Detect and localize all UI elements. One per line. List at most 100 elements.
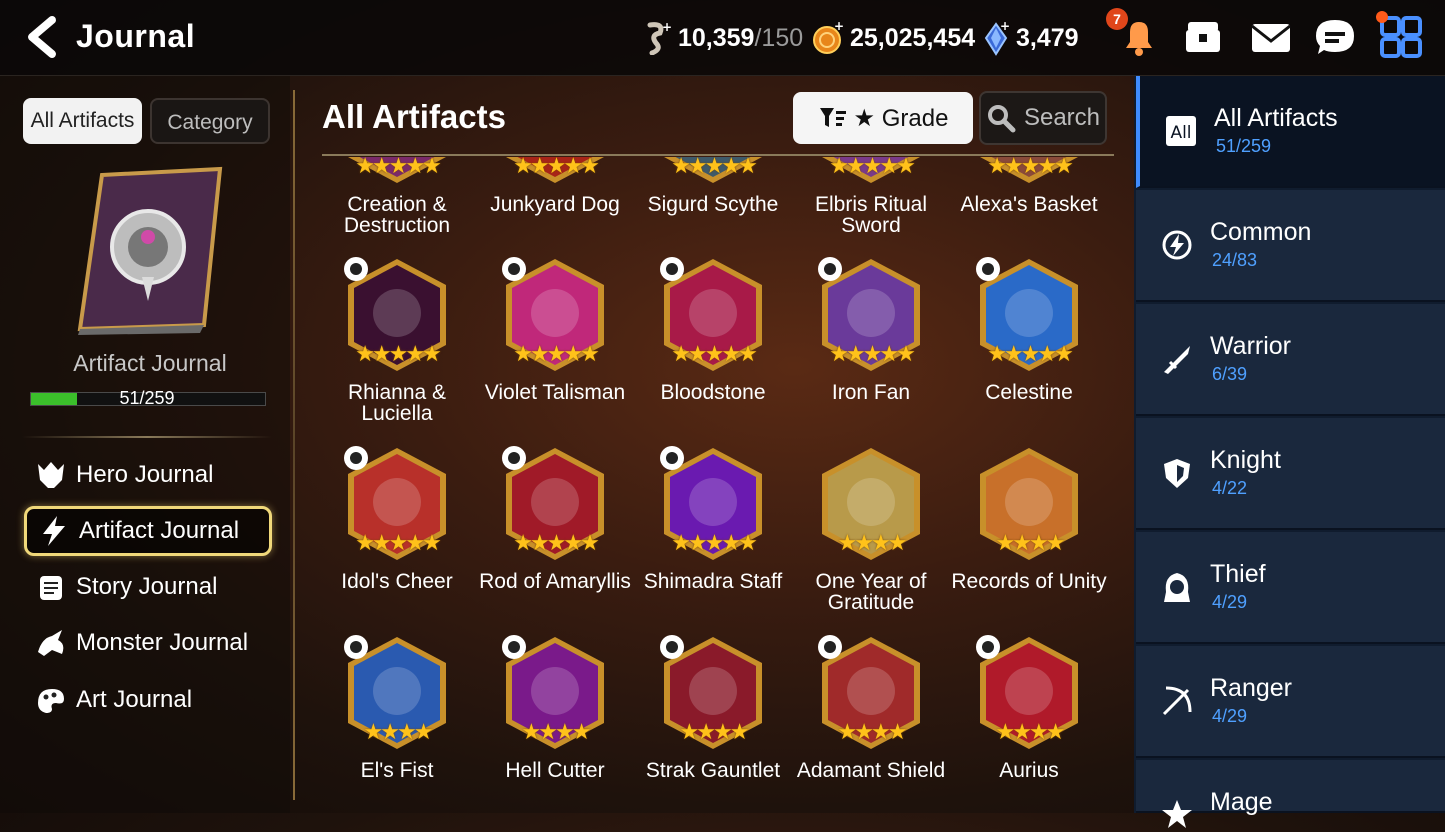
category-count: 51/259 (1216, 136, 1272, 156)
nav-hero-journal[interactable]: Hero Journal (24, 450, 272, 500)
artifact-card[interactable]: ★★★★ El's Fist (318, 633, 476, 813)
category-all-artifacts[interactable]: All All Artifacts 51/259 (1136, 76, 1445, 188)
artifact-name: Bloodstone (660, 381, 766, 404)
search-icon (987, 105, 1016, 133)
thief-icon (1164, 573, 1190, 602)
svg-text:All: All (1170, 123, 1191, 143)
page-title: Journal (76, 18, 196, 54)
section-title: All Artifacts (322, 98, 506, 135)
gold-value: 25,025,454 (850, 23, 976, 52)
journal-label: Artifact Journal (73, 350, 227, 376)
chest-icon[interactable] (1180, 14, 1226, 60)
nav-story-journal[interactable]: Story Journal (24, 562, 272, 612)
nav-label: Artifact Journal (79, 517, 240, 544)
category-knight[interactable]: Knight 4/22 (1136, 418, 1445, 530)
knight-icon (1164, 459, 1190, 488)
ranger-icon (1162, 686, 1192, 716)
artifact-card[interactable]: ★★★★★ Shimadra Staff (634, 444, 792, 634)
artifact-card[interactable]: ★★★★★ Sigurd Scythe (634, 157, 792, 257)
header-divider (322, 154, 1114, 156)
category-thief[interactable]: Thief 4/29 (1136, 532, 1445, 644)
star-rating: ★★★★ (521, 719, 592, 744)
artifact-name: Hell Cutter (505, 759, 605, 782)
category-warrior[interactable]: Warrior 6/39 (1136, 304, 1445, 416)
artifact-journal-book-icon (77, 166, 223, 335)
category-common[interactable]: Common 24/83 (1136, 190, 1445, 302)
artifact-card[interactable]: ★★★★★ Alexa's Basket (950, 157, 1108, 257)
category-name: All Artifacts (1214, 104, 1338, 132)
nav-label: Art Journal (76, 686, 193, 713)
category-ranger[interactable]: Ranger 4/29 (1136, 646, 1445, 758)
artifact-card[interactable]: ★★★★★ Iron Fan (792, 255, 950, 445)
warrior-class-icon (660, 635, 684, 659)
common-class-icon (502, 446, 526, 470)
stamina-counter[interactable]: + 10,359 /150 (642, 20, 803, 56)
artifact-card[interactable]: ★★★★★ Celestine (950, 255, 1108, 445)
artifact-card[interactable]: ★★★★ Strak Gauntlet (634, 633, 792, 813)
category-name: Knight (1210, 446, 1281, 474)
category-count: 6/39 (1212, 364, 1248, 384)
nav-label: Story Journal (76, 573, 218, 600)
tab-category[interactable]: Category (150, 98, 270, 144)
artifact-name: Adamant Shield (796, 759, 946, 782)
svg-text:+: + (662, 21, 672, 34)
tab-all-artifacts[interactable]: All Artifacts (23, 98, 142, 144)
chat-icon[interactable] (1312, 14, 1358, 60)
knight-class-icon (818, 635, 842, 659)
lightning-icon (43, 516, 65, 546)
nav-monster-journal[interactable]: Monster Journal (24, 618, 272, 668)
artifact-card[interactable]: ★★★★ One Year of Gratitude (792, 444, 950, 634)
star-rating: ★★★★★ (513, 157, 600, 178)
category-name: Common (1210, 218, 1312, 246)
artifact-card[interactable]: ★★★★★ Elbris Ritual Sword (792, 157, 950, 257)
gem-value: 3,479 (1016, 23, 1079, 52)
star-rating: ★★★★★ (829, 157, 916, 178)
nav-artifact-journal[interactable]: Artifact Journal (24, 506, 272, 556)
artifact-card[interactable]: ★★★★★ Bloodstone (634, 255, 792, 445)
artifact-card[interactable]: ★★★★★ Creation & Destruction (318, 157, 476, 257)
category-count: 4/29 (1212, 706, 1248, 726)
artifact-name: Rhianna & Luciella (347, 381, 447, 425)
sort-icon (819, 108, 846, 127)
star-rating: ★★★★★ (355, 530, 442, 555)
gold-counter[interactable]: + 25,025,454 (812, 20, 975, 56)
artifact-card[interactable]: ★★★★ Hell Cutter (476, 633, 634, 813)
star-rating: ★★★★★ (355, 341, 442, 366)
knight-class-icon (976, 635, 1000, 659)
artifact-name: Strak Gauntlet (645, 759, 781, 782)
star-rating: ★★★★★ (671, 341, 758, 366)
artifact-card[interactable]: ★★★★ Aurius (950, 633, 1108, 813)
common-class-icon (976, 257, 1000, 281)
category-mage[interactable]: Mage (1136, 760, 1445, 828)
ranger-class-icon (818, 257, 842, 281)
common-class-icon (660, 446, 684, 470)
divider (22, 436, 272, 438)
artifact-card[interactable]: ★★★★★ Idol's Cheer (318, 444, 476, 634)
grade-sort-button[interactable]: ★ Grade (793, 92, 973, 144)
nav-label: Monster Journal (76, 629, 249, 656)
artifact-name: Elbris Ritual Sword (814, 193, 928, 237)
all-icon: All (1166, 116, 1196, 146)
artifact-card[interactable]: ★★★★ Records of Unity (950, 444, 1108, 634)
artifact-name: Aurius (999, 759, 1059, 782)
artifact-name: Rod of Amaryllis (479, 570, 631, 593)
nav-art-journal[interactable]: Art Journal (24, 675, 272, 725)
mail-icon[interactable] (1248, 14, 1294, 60)
star-rating: ★★★★★ (671, 530, 758, 555)
back-arrow-icon[interactable] (22, 14, 62, 60)
artifact-card[interactable]: ★★★★ Adamant Shield (792, 633, 950, 813)
warrior-icon (1164, 346, 1190, 374)
artifact-card[interactable]: ★★★★★ Rod of Amaryllis (476, 444, 634, 634)
thief-class-icon (502, 257, 526, 281)
artifact-name: Sigurd Scythe (647, 193, 779, 216)
grade-label: ★ Grade (853, 104, 949, 132)
gem-counter[interactable]: + 3,479 (984, 20, 1079, 56)
star-rating: ★★★★★ (829, 341, 916, 366)
svg-text:+: + (834, 21, 844, 33)
panel-separator (293, 90, 295, 800)
artifact-card[interactable]: ★★★★★ Junkyard Dog (476, 157, 634, 257)
artifact-grid: ★★★★★ Creation & Destruction ★★★★★ Junkyard… (318, 157, 1118, 813)
artifact-card[interactable]: ★★★★★ Violet Talisman (476, 255, 634, 445)
search-button[interactable]: Search (979, 91, 1107, 145)
artifact-card[interactable]: ★★★★★ Rhianna & Luciella (318, 255, 476, 445)
